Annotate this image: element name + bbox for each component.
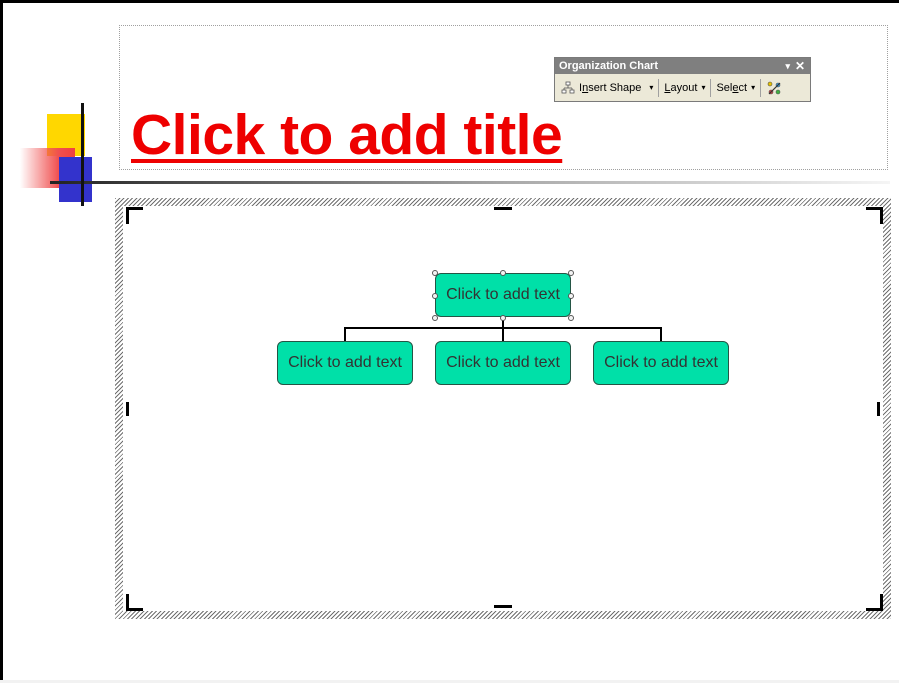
selection-handle-top-left[interactable]: [432, 270, 438, 276]
select-dropdown-icon: ▾: [751, 83, 756, 92]
title-placeholder-text[interactable]: Click to add title: [131, 102, 563, 168]
selection-handle-top[interactable]: [500, 270, 506, 276]
crop-handle-bottom-left[interactable]: [126, 594, 143, 611]
decor-horizontal-rule: [50, 181, 890, 184]
selection-handle-bottom-left[interactable]: [432, 315, 438, 321]
selection-handle-bottom-right[interactable]: [568, 315, 574, 321]
toolbar-separator: [760, 78, 762, 97]
select-label: Select: [716, 81, 748, 94]
diagram-canvas[interactable]: [123, 206, 883, 611]
insert-shape-button[interactable]: Insert Shape ▾: [557, 77, 657, 99]
selection-handle-left[interactable]: [432, 293, 438, 299]
insert-shape-label: Insert Shape: [579, 81, 642, 94]
insert-shape-dropdown-icon[interactable]: ▾: [649, 83, 653, 92]
layout-dropdown-icon: ▾: [701, 83, 706, 92]
org-box-top[interactable]: Click to add text: [435, 273, 571, 317]
selection-handle-top-right[interactable]: [568, 270, 574, 276]
crop-handle-right[interactable]: [877, 402, 880, 416]
decor-vertical-rule: [81, 103, 84, 206]
org-chart-toolbar[interactable]: Organization Chart ▾ ✕ Insert Shape ▾ La…: [554, 57, 811, 102]
crop-handle-bottom-right[interactable]: [866, 594, 883, 611]
toolbar-row: Insert Shape ▾ Layout ▾ Select ▾: [555, 74, 810, 101]
connector-left: [344, 327, 346, 342]
layout-button[interactable]: Layout ▾: [660, 77, 709, 99]
toolbar-close-icon[interactable]: ✕: [795, 58, 805, 74]
crop-handle-top[interactable]: [494, 207, 512, 210]
autoformat-button[interactable]: [762, 77, 786, 99]
crop-handle-top-right[interactable]: [866, 207, 883, 224]
toolbar-title: Organization Chart: [559, 60, 659, 72]
crop-handle-bottom[interactable]: [494, 605, 512, 608]
org-chart-icon: [561, 81, 575, 93]
autoformat-icon: [767, 81, 781, 94]
layout-label: Layout: [664, 81, 698, 94]
org-box-child-3[interactable]: Click to add text: [593, 341, 729, 385]
org-box-child-2[interactable]: Click to add text: [435, 341, 571, 385]
toolbar-separator: [710, 78, 712, 97]
org-box-child-1[interactable]: Click to add text: [277, 341, 413, 385]
toolbar-title-bar[interactable]: Organization Chart ▾ ✕: [555, 58, 810, 74]
crop-handle-left[interactable]: [126, 402, 129, 416]
toolbar-options-dropdown-icon[interactable]: ▾: [785, 58, 790, 74]
select-button[interactable]: Select ▾: [712, 77, 759, 99]
toolbar-separator: [658, 78, 660, 97]
crop-handle-top-left[interactable]: [126, 207, 143, 224]
diagram-placeholder-frame[interactable]: [115, 198, 891, 619]
connector-right: [660, 327, 662, 342]
selection-handle-right[interactable]: [568, 293, 574, 299]
selection-handle-bottom[interactable]: [500, 315, 506, 321]
decor-blue-square: [59, 157, 92, 202]
connector-bar: [344, 327, 662, 329]
